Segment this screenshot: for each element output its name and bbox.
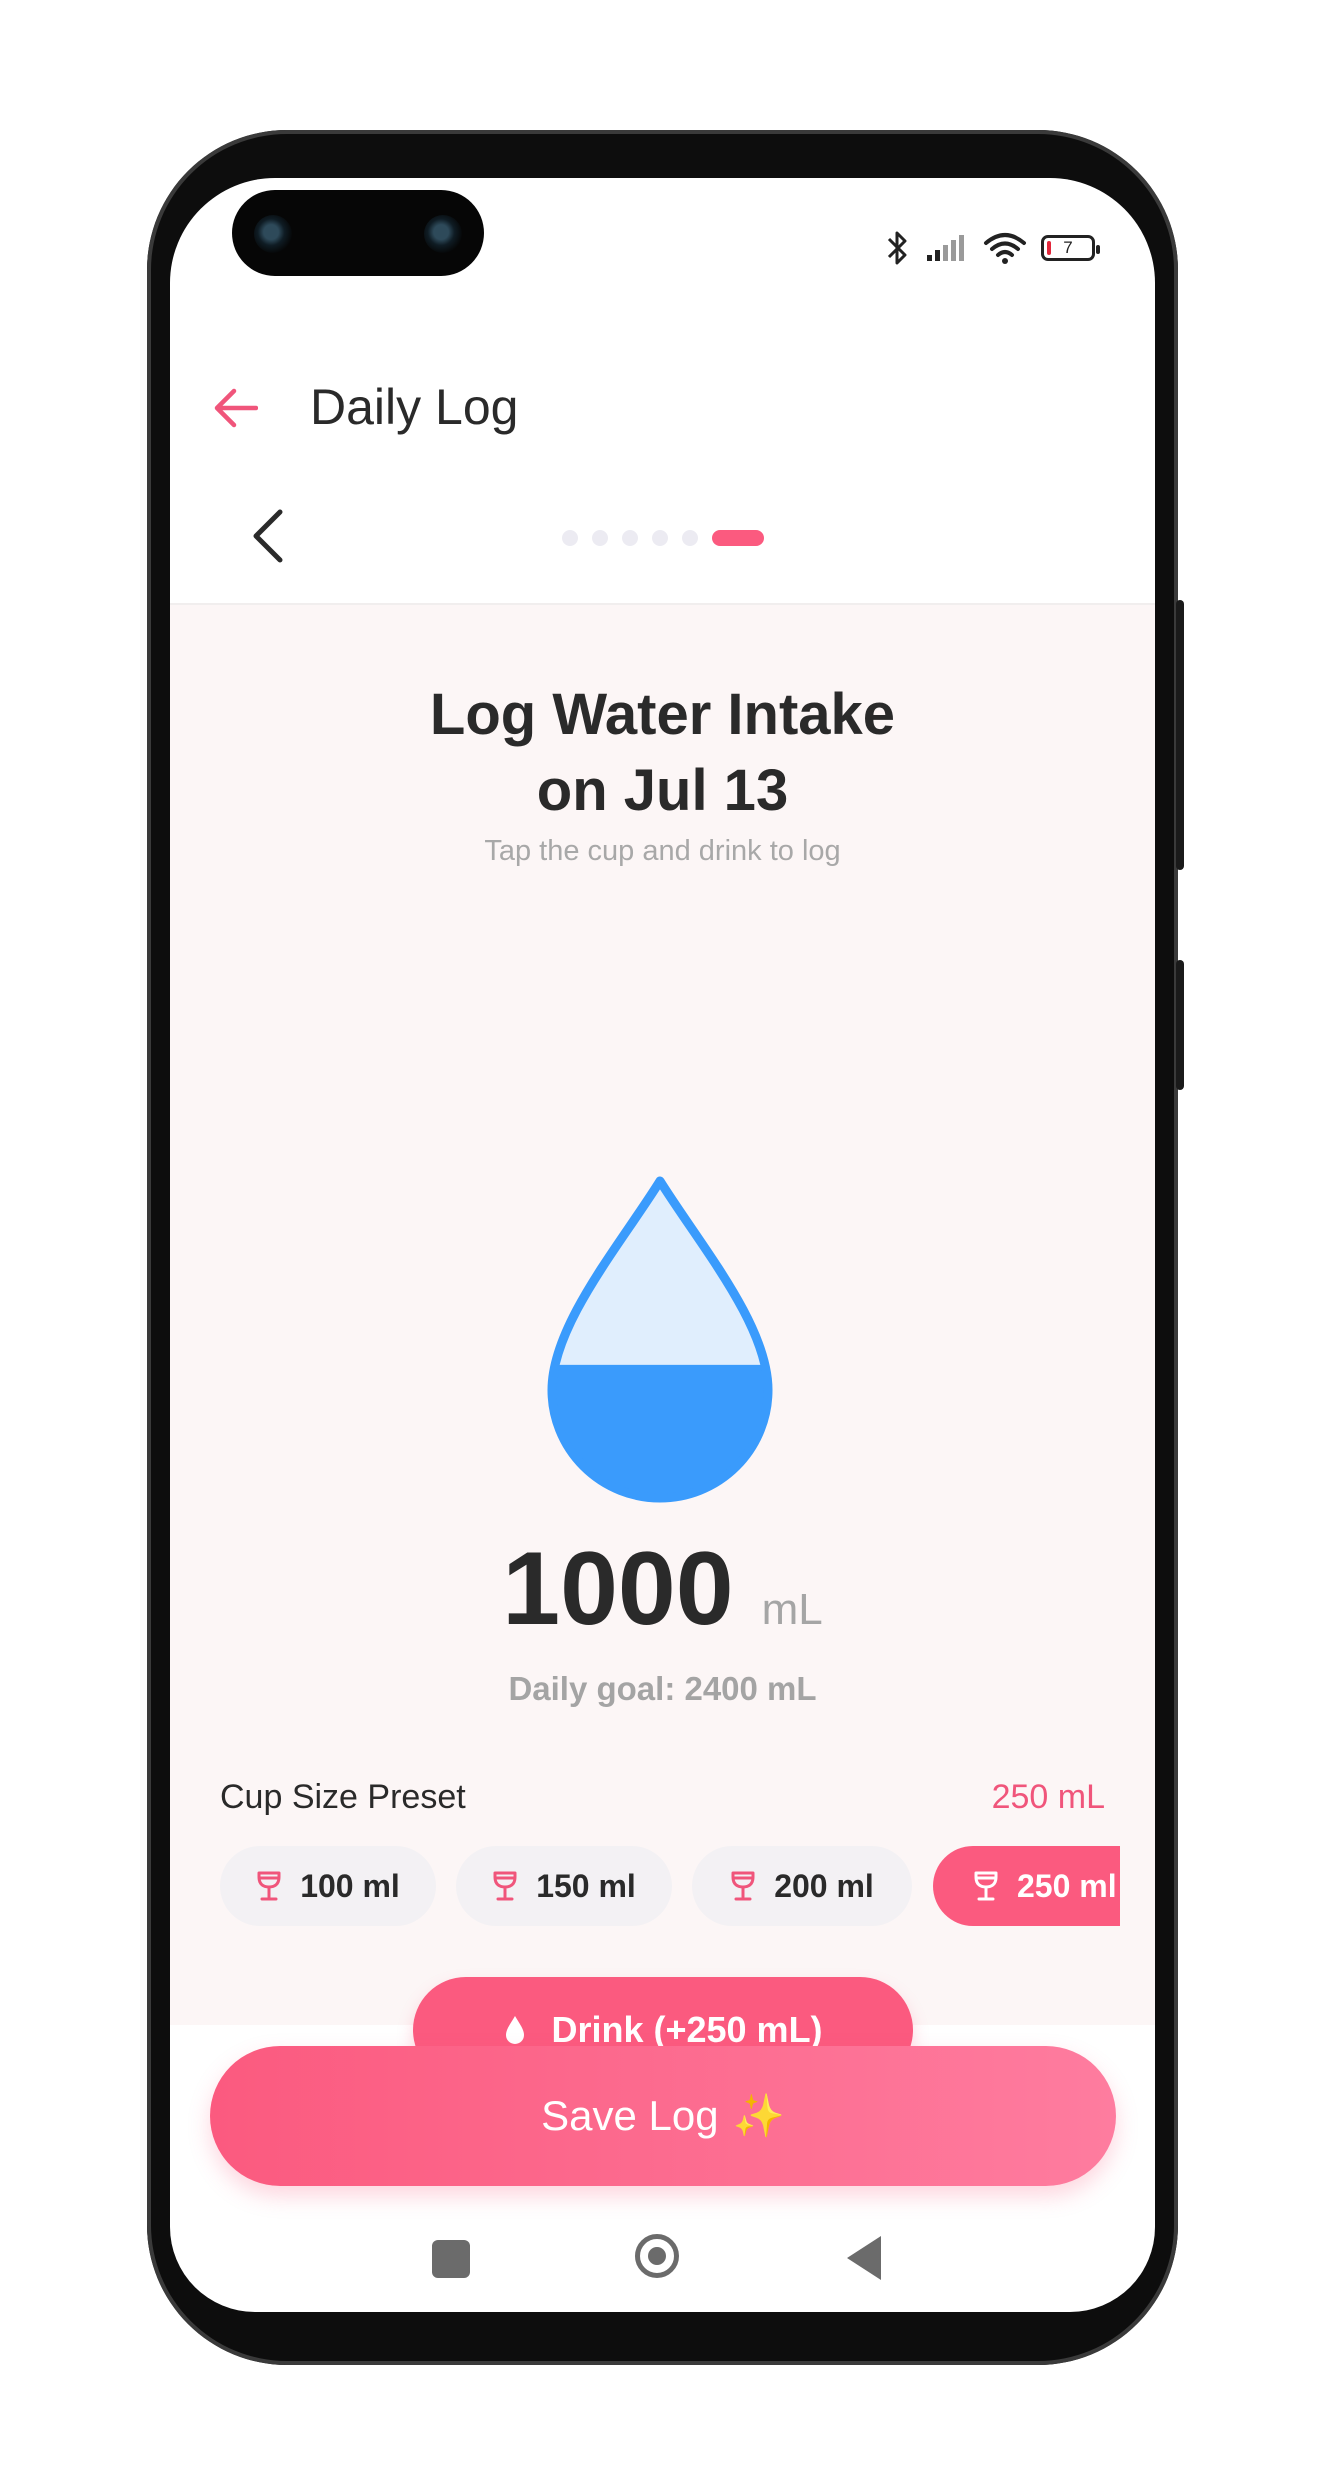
cup-size-label: Cup Size Preset: [220, 1778, 466, 1816]
power-button: [1176, 960, 1184, 1090]
battery-icon: 7: [1041, 235, 1100, 261]
home-icon[interactable]: [635, 2234, 679, 2278]
sparkles-icon: ✨: [732, 2091, 785, 2139]
bluetooth-icon: [887, 231, 907, 265]
page-heading-line1: Log Water Intake: [429, 682, 896, 747]
wifi-icon: [984, 233, 1026, 264]
intake-amount: 1000 mL: [170, 1530, 1155, 1649]
step-dot: [592, 530, 608, 546]
save-log-label: Save Log: [541, 2092, 719, 2139]
page-title: Daily Log: [310, 379, 519, 435]
wine-glass-icon: [974, 1871, 998, 1901]
step-dot: [652, 530, 668, 546]
volume-button: [1176, 600, 1184, 870]
cup-size-chip-150[interactable]: 150 ml: [456, 1846, 672, 1926]
wine-glass-icon: [493, 1871, 517, 1901]
water-drop-cup[interactable]: [540, 1175, 780, 1510]
app-bar: Daily Log: [170, 348, 1155, 468]
front-camera-secondary: [424, 215, 462, 253]
signal-icon: [927, 235, 964, 261]
cup-size-chip-label: 150 ml: [536, 1867, 636, 1904]
status-bar: 7: [885, 228, 1100, 268]
camera-cutout: [232, 190, 484, 276]
step-dot: [682, 530, 698, 546]
water-log-panel: Log Water Intake on Jul 13 Tap the cup a…: [170, 605, 1155, 2083]
cup-size-selected-value: 250 mL: [991, 1778, 1105, 1816]
phone-screen: 7 Daily Log Log Water Intake on Jul 13 T…: [170, 178, 1155, 2312]
system-back-icon[interactable]: [847, 2236, 881, 2280]
back-arrow-icon[interactable]: [212, 388, 258, 428]
step-dot: [622, 530, 638, 546]
cup-size-chip-250-selected[interactable]: 250 ml: [933, 1846, 1120, 1926]
page-heading-line2: on Jul 13: [536, 758, 789, 823]
wine-glass-icon: [731, 1871, 755, 1901]
save-log-button[interactable]: Save Log ✨: [210, 2046, 1116, 2186]
wine-glass-icon: [257, 1871, 281, 1901]
intake-unit: mL: [761, 1585, 823, 1634]
page-subtitle: Tap the cup and drink to log: [484, 835, 841, 867]
system-nav-bar: [170, 2218, 1155, 2312]
water-drop-icon: [506, 2016, 525, 2044]
step-dots: [562, 530, 764, 546]
cup-size-chip-label: 100 ml: [300, 1867, 400, 1904]
step-dot-active: [712, 530, 764, 546]
recent-apps-icon[interactable]: [432, 2240, 470, 2278]
intake-value: 1000: [502, 1531, 734, 1647]
daily-goal-text: Daily goal: 2400 mL: [508, 1670, 817, 1707]
step-dot: [562, 530, 578, 546]
cup-size-chip-label: 250 ml: [1017, 1867, 1117, 1904]
drink-button-label: Drink (+250 mL): [551, 2009, 823, 2050]
previous-step-icon[interactable]: [250, 508, 286, 564]
front-camera: [254, 215, 292, 253]
cup-size-options: 100 ml 150 ml 200 ml 250 ml: [220, 1846, 1120, 1928]
cup-size-chip-200[interactable]: 200 ml: [692, 1846, 912, 1926]
step-indicator-bar: [170, 478, 1155, 605]
cup-size-chip-label: 200 ml: [774, 1867, 874, 1904]
cup-size-chip-100[interactable]: 100 ml: [220, 1846, 436, 1926]
battery-level: 7: [1063, 238, 1073, 257]
